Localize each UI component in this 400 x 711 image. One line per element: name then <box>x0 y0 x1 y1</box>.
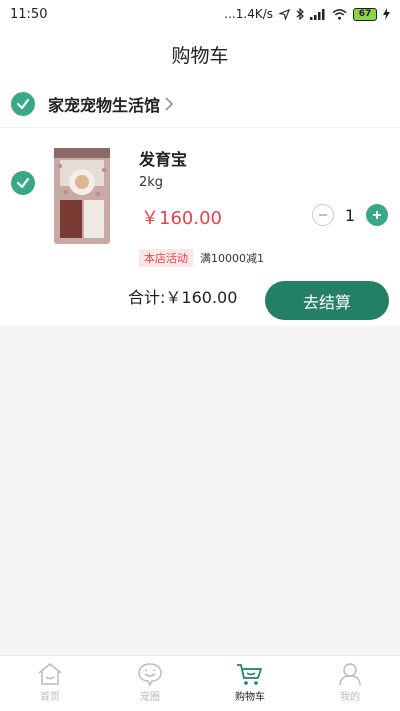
chat-bubble-icon <box>138 663 162 686</box>
checkmark-icon <box>16 98 30 109</box>
product-name[interactable]: 发育宝 <box>139 146 187 170</box>
charging-icon <box>383 8 390 20</box>
bluetooth-icon <box>296 8 304 20</box>
product-spec: 2kg <box>139 175 164 190</box>
status-bar: 11:50 ...1.4K/s 67 <box>0 0 400 28</box>
tab-home-label: 首页 <box>40 692 60 703</box>
tab-cart[interactable]: 购物车 <box>200 656 300 711</box>
store-name[interactable]: 家宠宠物生活馆 <box>48 92 160 116</box>
tab-cart-label: 购物车 <box>235 692 265 703</box>
location-icon <box>279 8 290 20</box>
increase-button[interactable] <box>366 204 388 226</box>
decrease-button[interactable] <box>312 204 334 226</box>
tab-circle[interactable]: 宠圈 <box>100 656 200 711</box>
network-speed: ...1.4K/s <box>224 7 273 21</box>
wifi-icon <box>332 8 347 20</box>
home-icon <box>38 663 62 685</box>
status-icons: ...1.4K/s 67 <box>224 7 390 21</box>
tab-profile[interactable]: 我的 <box>300 656 400 711</box>
tab-circle-label: 宠圈 <box>140 692 160 703</box>
store-header[interactable]: 家宠宠物生活馆 <box>0 80 400 128</box>
profile-icon <box>339 663 361 686</box>
promo-description: 满10000减1 <box>200 252 264 265</box>
tab-home[interactable]: 首页 <box>0 656 100 711</box>
quantity-value: 1 <box>344 205 356 225</box>
checkout-button[interactable]: 去结算 <box>265 281 389 320</box>
total-value: ￥160.00 <box>165 288 238 307</box>
signal-icon <box>310 8 325 20</box>
product-image[interactable] <box>46 146 118 246</box>
store-select-checkbox[interactable] <box>11 91 35 116</box>
quantity-stepper: 1 <box>312 204 388 226</box>
minus-icon <box>319 214 327 216</box>
total-price: 合计:￥160.00 <box>128 284 237 308</box>
item-select-checkbox[interactable] <box>11 171 35 195</box>
cart-icon <box>237 664 262 685</box>
battery-icon: 67 <box>353 7 377 21</box>
status-time: 11:50 <box>10 6 48 22</box>
page-title: 购物车 <box>171 44 229 67</box>
checkmark-icon <box>16 177 30 189</box>
product-price: ￥160.00 <box>141 208 222 229</box>
plus-icon <box>373 211 381 219</box>
bottom-tab-bar: 首页 宠圈 购物车 我的 <box>0 655 400 711</box>
chevron-right-icon[interactable] <box>164 96 174 112</box>
tab-profile-label: 我的 <box>340 692 360 703</box>
promo-badge: 本店活动 <box>139 249 193 267</box>
total-label: 合计: <box>128 288 166 307</box>
nav-bar: 购物车 <box>0 28 400 80</box>
cart-item: 发育宝 2kg ￥160.00 1 本店活动 满10000减1 合计:￥160.… <box>0 128 400 326</box>
